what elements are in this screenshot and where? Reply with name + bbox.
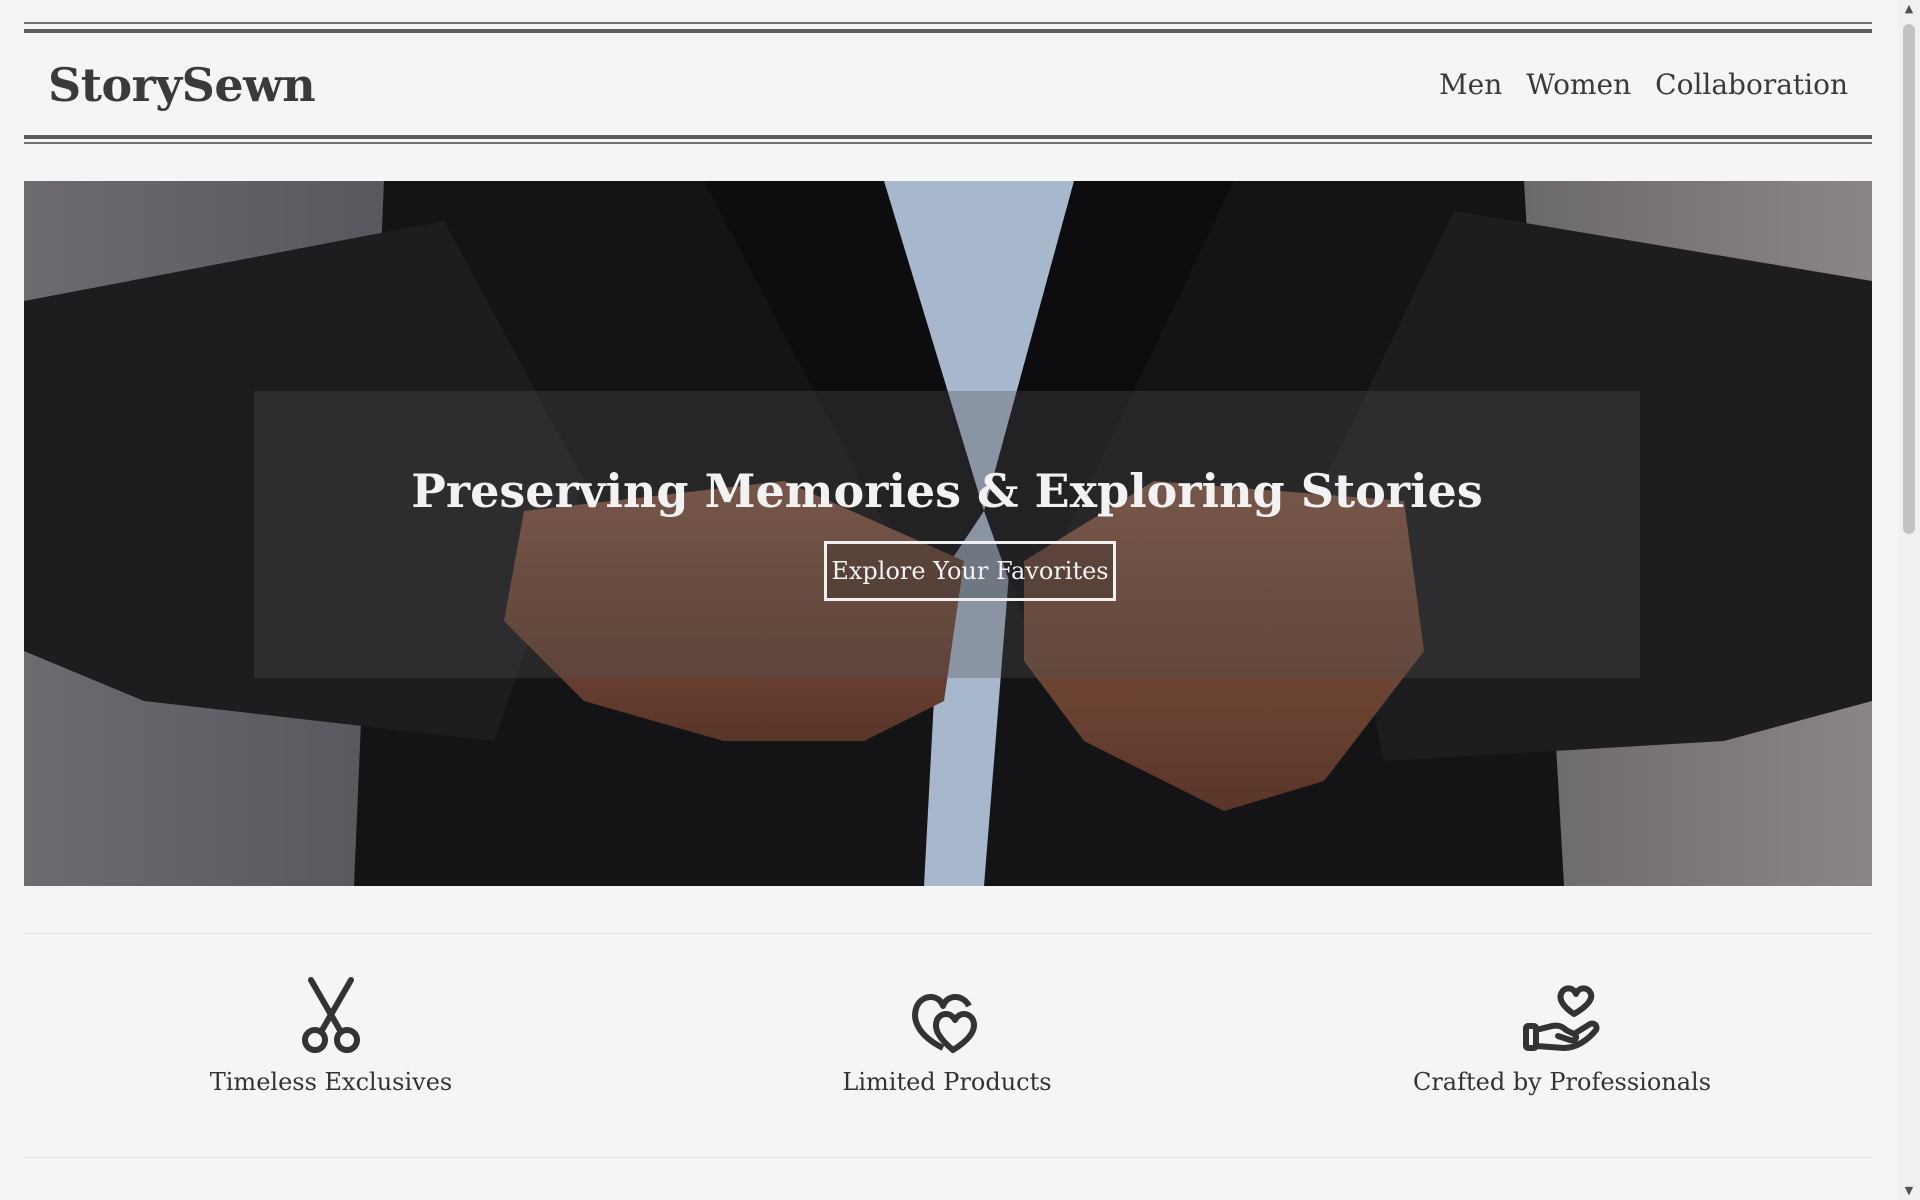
section-divider-top [24, 933, 1872, 934]
main-nav: Men Women Collaboration [1439, 68, 1848, 101]
hand-heart-icon [1523, 985, 1600, 1051]
scroll-down-arrow-icon[interactable]: ▼ [1898, 1182, 1920, 1200]
nav-link-men[interactable]: Men [1439, 68, 1502, 101]
scroll-up-arrow-icon[interactable]: ▲ [1898, 0, 1920, 18]
hero-title: Preserving Memories & Exploring Stories [411, 464, 1483, 518]
site-header: StorySewn Men Women Collaboration [24, 22, 1872, 144]
vertical-scrollbar[interactable]: ▲ ▼ [1898, 0, 1920, 1200]
scissors-icon [302, 977, 360, 1053]
page: StorySewn Men Women Collaboration Preser… [0, 0, 1898, 1200]
feature-limited-products: Limited Products [647, 976, 1247, 1096]
section-divider-bottom [24, 1157, 1872, 1158]
header-bottom-rule [24, 142, 1872, 144]
hearts-icon [912, 994, 977, 1053]
feature-crafted-by-professionals: Crafted by Professionals [1262, 976, 1862, 1096]
site-logo[interactable]: StorySewn [48, 58, 316, 112]
hero-overlay-panel: Preserving Memories & Exploring Stories … [254, 391, 1640, 678]
hero-banner: Preserving Memories & Exploring Stories … [24, 181, 1872, 886]
explore-favorites-button[interactable]: Explore Your Favorites [824, 541, 1116, 601]
scrollbar-thumb[interactable] [1903, 24, 1915, 534]
nav-link-collaboration[interactable]: Collaboration [1655, 68, 1848, 101]
nav-link-women[interactable]: Women [1526, 68, 1631, 101]
feature-timeless-exclusives: Timeless Exclusives [31, 976, 631, 1096]
header-top-rule [24, 22, 1872, 24]
header-top-rule-thick [24, 29, 1872, 33]
feature-label: Crafted by Professionals [1412, 1068, 1712, 1096]
header-bottom-rule-thick [24, 135, 1872, 139]
feature-label: Timeless Exclusives [209, 1068, 453, 1096]
feature-label: Limited Products [842, 1068, 1052, 1096]
